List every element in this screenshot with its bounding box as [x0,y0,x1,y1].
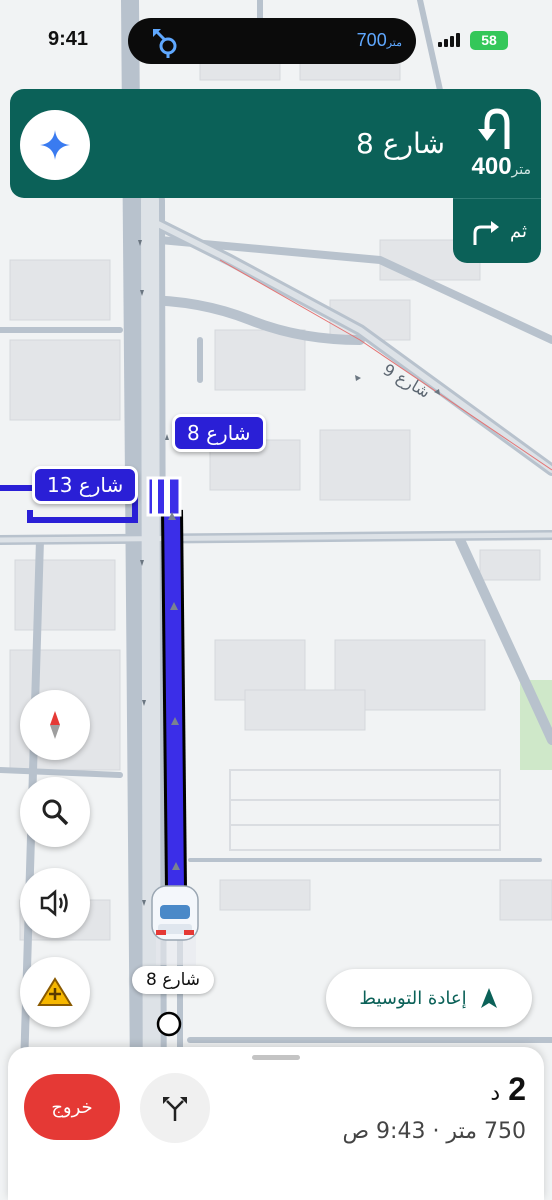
trip-summary-sheet[interactable]: خروج 2د 750 متر · 9:43 ص [8,1047,544,1200]
next-street-name: شارع 8 [356,127,445,160]
sparkle-icon [40,130,70,160]
compass-button[interactable] [20,690,90,760]
current-street-label: شارع 8 [132,966,215,994]
eta-duration: 2د [490,1071,526,1107]
navigation-arrow-icon [480,988,497,1008]
exit-button[interactable]: خروج [24,1074,120,1140]
report-incident-button[interactable] [20,957,90,1027]
recenter-button[interactable]: إعادة التوسيط [326,969,532,1027]
status-time: 9:41 [48,28,89,50]
battery-indicator: 58 [470,31,508,50]
eta-details: 750 متر · 9:43 ص [342,1119,526,1144]
speaker-icon [40,889,68,917]
route-street-label: شارع 13 [32,466,139,504]
car-icon [151,885,199,965]
gemini-button[interactable] [20,110,90,180]
compass-icon [50,711,60,739]
next-maneuver-box[interactable]: ثم [453,198,541,263]
navigation-banner[interactable]: شارع 8 متر400 [10,89,541,198]
cellular-signal-icon [438,33,460,47]
turn-distance: متر400 [471,153,532,180]
turn-right-icon [473,221,499,245]
turn-arrow-icon [153,28,177,58]
search-icon [42,799,69,826]
recenter-label: إعادة التوسيط [359,987,467,1009]
search-button[interactable] [20,777,90,847]
turn-left-icon [478,108,510,149]
warning-add-icon [37,977,73,1006]
sound-button[interactable] [20,868,90,938]
island-distance: 700متر [356,30,402,50]
then-label: ثم [510,221,527,242]
route-street-label: شارع 8 [172,414,266,452]
sheet-handle[interactable] [252,1055,300,1060]
route-fork-icon [163,1097,187,1121]
dynamic-island[interactable]: 700متر [128,18,416,64]
alternate-routes-button[interactable] [140,1073,210,1143]
